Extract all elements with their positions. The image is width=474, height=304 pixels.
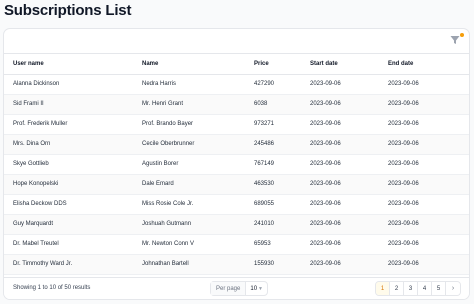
subscriptions-table: User name Name Price Start date End date…: [4, 54, 469, 275]
cell-user-name: Dr. Timmothy Ward Jr.: [4, 254, 133, 275]
cell-price: 973271: [245, 114, 301, 135]
page-button-5[interactable]: 5: [432, 282, 446, 295]
column-header-end-date[interactable]: End date: [379, 54, 469, 75]
cell-start-date: 2023-09-06: [301, 74, 379, 95]
filter-indicator-badge: [460, 33, 464, 37]
cell-name: Dale Emard: [133, 174, 245, 195]
per-page-select[interactable]: 10 ▼: [246, 282, 267, 295]
cell-user-name: Sid Frami II: [4, 94, 133, 115]
table-body: Alanna Dickinson Nedra Harris 427290 2023-0…: [4, 74, 469, 275]
cell-price: 155930: [245, 254, 301, 275]
column-header-start-date[interactable]: Start date: [301, 54, 379, 75]
cell-name: Prof. Brando Bayer: [133, 114, 245, 135]
cell-price: 463530: [245, 174, 301, 195]
cell-name: Agustin Borer: [133, 154, 245, 175]
filter-button[interactable]: [449, 33, 464, 48]
cell-end-date: 2023-09-06: [379, 214, 469, 235]
cell-end-date: 2023-09-06: [379, 94, 469, 115]
column-header-name[interactable]: Name: [133, 54, 245, 75]
table-header-row: User name Name Price Start date End date: [4, 54, 469, 75]
table-row[interactable]: Skye Gottlieb Agustin Borer 767149 2023-09-…: [4, 154, 469, 175]
cell-price: 689055: [245, 194, 301, 215]
cell-start-date: 2023-09-06: [301, 154, 379, 175]
per-page-control: Per page 10 ▼: [210, 281, 268, 296]
subscriptions-table-card: User name Name Price Start date End date…: [3, 28, 470, 300]
table-row[interactable]: Dr. Timmothy Ward Jr. Johnathan Bartell 15…: [4, 254, 469, 275]
cell-start-date: 2023-09-06: [301, 214, 379, 235]
cell-start-date: 2023-09-06: [301, 254, 379, 275]
cell-user-name: Guy Marquardt: [4, 214, 133, 235]
cell-price: 767149: [245, 154, 301, 175]
table-row[interactable]: Alanna Dickinson Nedra Harris 427290 2023-0…: [4, 74, 469, 95]
cell-name: Joshuah Gutmann: [133, 214, 245, 235]
cell-end-date: 2023-09-06: [379, 234, 469, 255]
chevron-down-icon: ▼: [258, 285, 263, 292]
table-row[interactable]: Prof. Frederik Muller Prof. Brando Bayer 9…: [4, 114, 469, 135]
cell-price: 65953: [245, 234, 301, 255]
page-button-1[interactable]: 1: [376, 282, 390, 295]
column-header-user-name[interactable]: User name: [4, 54, 133, 75]
cell-start-date: 2023-09-06: [301, 114, 379, 135]
table-row[interactable]: Elisha Deckow DDS Miss Rosie Cole Jr. 6890…: [4, 194, 469, 215]
page-button-2[interactable]: 2: [390, 282, 404, 295]
table-row[interactable]: Sid Frami II Mr. Henri Grant 6038 2023-09-0…: [4, 94, 469, 115]
cell-name: Miss Rosie Cole Jr.: [133, 194, 245, 215]
table-row[interactable]: Guy Marquardt Joshuah Gutmann 241010 2023-0…: [4, 214, 469, 235]
cell-name: Johnathan Bartell: [133, 254, 245, 275]
cell-end-date: 2023-09-06: [379, 74, 469, 95]
per-page-value: 10: [250, 285, 258, 292]
page-title: Subscriptions List: [4, 2, 132, 19]
table-row[interactable]: Dr. Mabel Treutel Mr. Newton Conn V 65953 2…: [4, 234, 469, 255]
table-row[interactable]: Mrs. Dina Orn Cecile Oberbrunner 245486 202…: [4, 134, 469, 155]
cell-user-name: Hope Konopelski: [4, 174, 133, 195]
cell-price: 6038: [245, 94, 301, 115]
cell-name: Cecile Oberbrunner: [133, 134, 245, 155]
table-row[interactable]: Hope Konopelski Dale Emard 463530 2023-09-0…: [4, 174, 469, 195]
cell-price: 245486: [245, 134, 301, 155]
cell-user-name: Mrs. Dina Orn: [4, 134, 133, 155]
cell-user-name: Elisha Deckow DDS: [4, 194, 133, 215]
cell-end-date: 2023-09-06: [379, 174, 469, 195]
pagination-footer: Showing 1 to 10 of 50 results Per page 1…: [4, 277, 469, 299]
cell-start-date: 2023-09-06: [301, 94, 379, 115]
cell-price: 241010: [245, 214, 301, 235]
cell-start-date: 2023-09-06: [301, 194, 379, 215]
chevron-right-icon[interactable]: ›: [446, 282, 460, 295]
column-header-price[interactable]: Price: [245, 54, 301, 75]
cell-end-date: 2023-09-06: [379, 254, 469, 275]
page-button-3[interactable]: 3: [404, 282, 418, 295]
page-button-4[interactable]: 4: [418, 282, 432, 295]
table-toolbar: [4, 29, 469, 54]
cell-start-date: 2023-09-06: [301, 134, 379, 155]
cell-name: Nedra Harris: [133, 74, 245, 95]
cell-user-name: Dr. Mabel Treutel: [4, 234, 133, 255]
cell-user-name: Prof. Frederik Muller: [4, 114, 133, 135]
pagination: 1 2 3 4 5 ›: [375, 281, 461, 296]
cell-name: Mr. Newton Conn V: [133, 234, 245, 255]
cell-price: 427290: [245, 74, 301, 95]
cell-start-date: 2023-09-06: [301, 174, 379, 195]
cell-user-name: Skye Gottlieb: [4, 154, 133, 175]
cell-end-date: 2023-09-06: [379, 194, 469, 215]
cell-name: Mr. Henri Grant: [133, 94, 245, 115]
cell-end-date: 2023-09-06: [379, 154, 469, 175]
cell-end-date: 2023-09-06: [379, 134, 469, 155]
cell-start-date: 2023-09-06: [301, 234, 379, 255]
results-summary: Showing 1 to 10 of 50 results: [13, 285, 91, 291]
per-page-label: Per page: [211, 282, 247, 295]
cell-end-date: 2023-09-06: [379, 114, 469, 135]
cell-user-name: Alanna Dickinson: [4, 74, 133, 95]
